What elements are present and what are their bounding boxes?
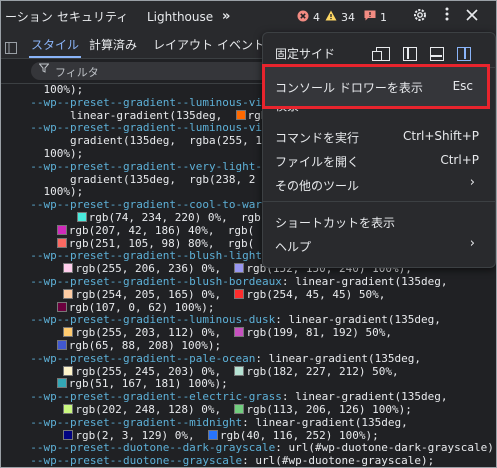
menu-item-help[interactable]: ヘルプ ›: [263, 233, 495, 257]
warnings-badge[interactable]: 34: [325, 10, 355, 24]
color-swatch[interactable]: [234, 365, 245, 376]
dock-right-icon[interactable]: [457, 47, 471, 61]
active-tab-indicator: [29, 56, 81, 58]
warnings-count: 34: [341, 10, 355, 24]
menu-item-show-console-drawer-label: コンソール ドロワーを表示: [275, 81, 423, 95]
css-line: --wp--preset--gradient--midnight: linear…: [17, 415, 408, 429]
issue-icon: [364, 10, 376, 24]
errors-badge[interactable]: 4: [297, 10, 320, 24]
gear-icon[interactable]: [410, 7, 430, 27]
css-line: --wp--preset--gradient--blush-bordeaux: …: [17, 274, 448, 288]
main-toolbar: ーション セキュリティ Lighthouse » 4 34 1: [1, 1, 496, 34]
color-swatch[interactable]: [63, 365, 74, 376]
menu-item-open-file-label: ファイルを開く: [275, 155, 360, 169]
color-swatch[interactable]: [63, 403, 74, 414]
color-swatch[interactable]: [234, 288, 245, 299]
dock-bottom-icon[interactable]: [430, 47, 444, 61]
menu-item-more-tools[interactable]: その他のツール ›: [263, 172, 495, 196]
menu-item-show-console-drawer-shortcut: Esc: [452, 79, 473, 93]
tab-application[interactable]: ーション: [5, 1, 53, 33]
css-property-name[interactable]: --wp--preset--gradient--luminous-vivid: [17, 96, 282, 109]
error-icon: [297, 10, 309, 25]
filter-placeholder: フィルタ: [55, 66, 99, 79]
menu-item-more-tools-label: その他のツール: [275, 179, 360, 193]
menu-item-run-command-label: コマンドを実行: [275, 131, 360, 145]
color-swatch[interactable]: [76, 211, 87, 222]
color-swatch[interactable]: [234, 327, 245, 338]
css-line: rgb(254, 205, 165) 0%, rgb(254, 45, 45) …: [17, 288, 496, 302]
color-swatch[interactable]: [56, 224, 67, 235]
color-swatch[interactable]: [207, 429, 218, 440]
color-swatch[interactable]: [63, 263, 74, 274]
tab-security[interactable]: セキュリティ: [57, 1, 128, 33]
css-line: --wp--preset--gradient--pale-ocean: line…: [17, 351, 421, 365]
dock-side-row: 固定サイド: [263, 37, 495, 67]
issues-count: 1: [380, 10, 387, 24]
menu-item-help-label: ヘルプ: [275, 240, 312, 254]
color-swatch[interactable]: [63, 327, 74, 338]
menu-divider: [263, 201, 495, 202]
css-property-name[interactable]: --wp--preset--gradient--cool-to-warm: [17, 198, 268, 211]
undock-icon[interactable]: [372, 47, 390, 61]
dock-side-label: 固定サイド: [275, 47, 336, 61]
menu-item-open-file[interactable]: ファイルを開く Ctrl+P: [263, 148, 495, 172]
tab-layout[interactable]: レイアウト: [153, 33, 213, 58]
menu-item-open-file-shortcut: Ctrl+P: [440, 153, 479, 167]
menu-item-show-console-drawer[interactable]: コンソール ドロワーを表示 Esc: [262, 64, 490, 109]
color-swatch[interactable]: [63, 288, 74, 299]
css-property-name[interactable]: --wp--preset--duotone--grayscale: [17, 454, 242, 467]
menu-item-run-command[interactable]: コマンドを実行 Ctrl+Shift+P: [263, 124, 495, 148]
warning-icon: [325, 10, 337, 24]
css-property-name[interactable]: --wp--preset--gradient--very-light-gra: [17, 160, 282, 173]
css-property-name[interactable]: --wp--preset--gradient--pale-ocean: [17, 352, 255, 365]
color-swatch[interactable]: [234, 403, 245, 414]
dock-left-icon[interactable]: [403, 47, 417, 61]
css-property-name[interactable]: --wp--preset--gradient--luminous-vivi: [17, 121, 275, 134]
tab-computed[interactable]: 計算済み: [89, 33, 137, 58]
css-line: --wp--preset--gradient--electric-grass: …: [17, 390, 448, 404]
devtools-window: ーション セキュリティ Lighthouse » 4 34 1 スタイル 計算済…: [0, 0, 497, 468]
menu-item-run-command-shortcut: Ctrl+Shift+P: [403, 129, 479, 143]
more-tabs-button[interactable]: »: [222, 1, 230, 33]
css-property-name[interactable]: --wp--preset--gradient--luminous-dusk: [17, 313, 275, 326]
css-property-name[interactable]: --wp--preset--gradient--midnight: [17, 416, 242, 429]
css-property-name[interactable]: --wp--preset--gradient--electric-grass: [17, 390, 282, 403]
color-swatch[interactable]: [56, 237, 67, 248]
kebab-icon[interactable]: [437, 7, 457, 27]
color-swatch[interactable]: [234, 263, 245, 274]
filter-icon: [38, 63, 50, 76]
color-swatch[interactable]: [56, 378, 67, 389]
color-swatch[interactable]: [56, 301, 67, 312]
errors-count: 4: [313, 10, 320, 24]
issues-badge[interactable]: 1: [364, 10, 387, 24]
close-icon[interactable]: [462, 7, 482, 27]
css-line: --wp--preset--duotone--grayscale: url(#w…: [17, 454, 435, 468]
color-swatch[interactable]: [63, 429, 74, 440]
chevron-right-icon: ›: [469, 236, 475, 251]
panel-toggle-icon[interactable]: [5, 39, 17, 58]
chevron-right-icon: ›: [469, 175, 475, 190]
menu-item-shortcuts[interactable]: ショートカットを表示: [263, 209, 495, 233]
tab-lighthouse[interactable]: Lighthouse: [147, 1, 213, 33]
style-gutter: [1, 84, 17, 467]
tab-styles[interactable]: スタイル: [31, 33, 79, 58]
color-swatch[interactable]: [56, 339, 67, 350]
filter-input[interactable]: フィルタ: [31, 62, 271, 80]
menu-item-shortcuts-label: ショートカットを表示: [275, 216, 396, 230]
css-property-name[interactable]: --wp--preset--gradient--blush-bordeaux: [17, 275, 282, 288]
color-swatch[interactable]: [235, 109, 246, 120]
css-property-name[interactable]: --wp--preset--duotone--dark-grayscale: [17, 441, 275, 454]
